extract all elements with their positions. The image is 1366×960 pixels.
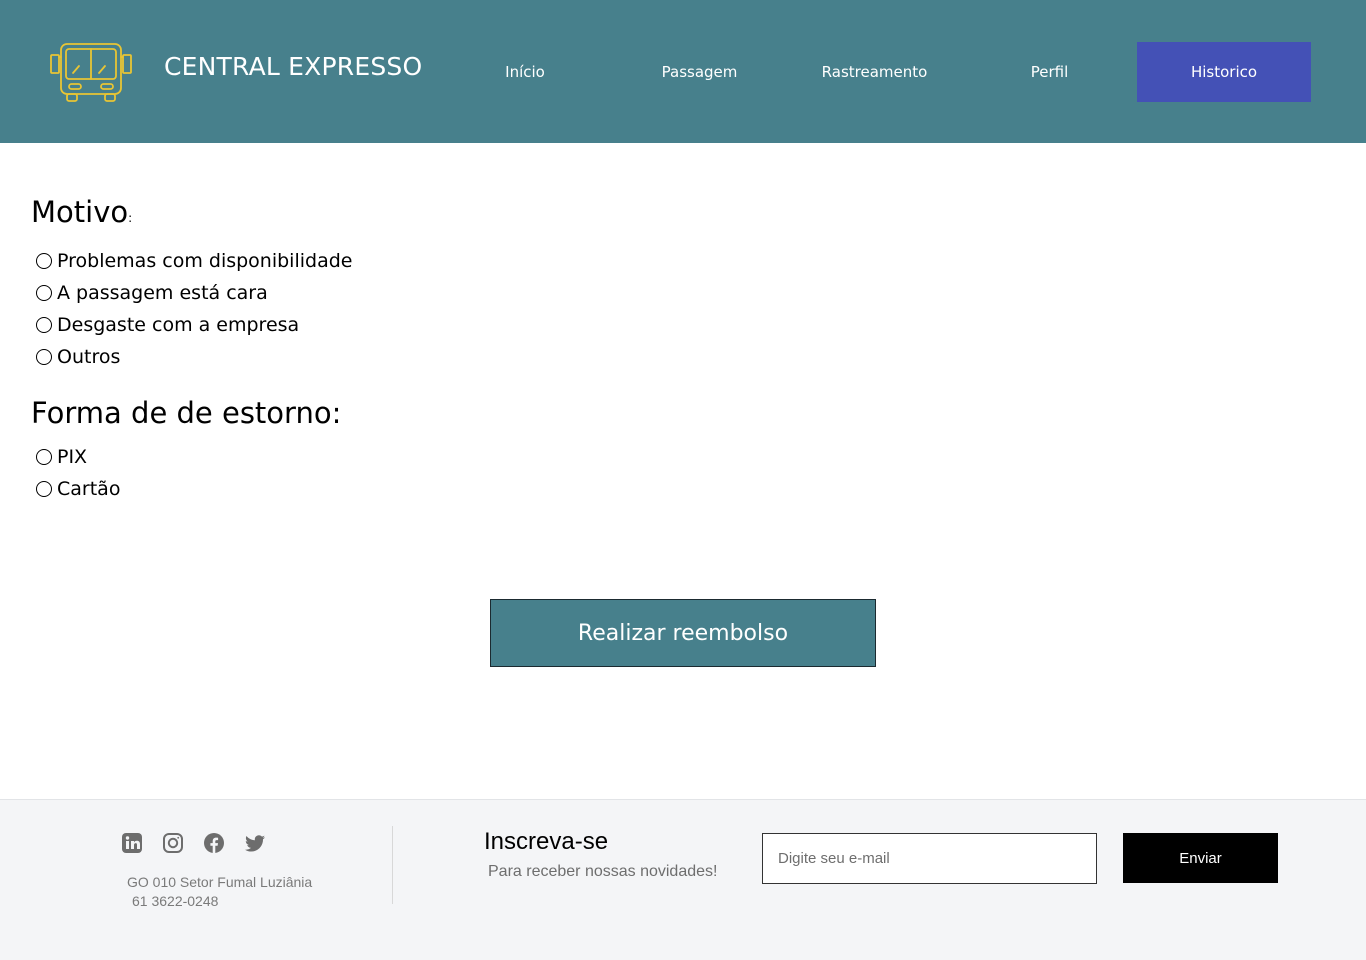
option-label: Desgaste com a empresa <box>57 314 300 336</box>
brand-name: CENTRAL EXPRESSO <box>164 52 423 81</box>
nav-perfil[interactable]: Perfil <box>962 42 1137 102</box>
site-header: CENTRAL EXPRESSO Início Passagem Rastrea… <box>0 0 1366 143</box>
instagram-icon[interactable] <box>162 832 184 854</box>
email-input[interactable] <box>762 833 1097 884</box>
realizar-reembolso-button[interactable]: Realizar reembolso <box>490 599 876 667</box>
option-label: Outros <box>57 346 121 368</box>
motivo-title-colon: : <box>128 211 133 225</box>
option-label: PIX <box>57 446 88 468</box>
twitter-icon[interactable] <box>244 832 266 854</box>
nav-rastreamento[interactable]: Rastreamento <box>787 42 962 102</box>
motivo-title: Motivo: <box>31 195 132 229</box>
radio-button[interactable] <box>36 449 52 465</box>
motivo-option-cara[interactable]: A passagem está cara <box>36 281 268 305</box>
estorno-option-pix[interactable]: PIX <box>36 445 87 469</box>
footer-divider <box>392 826 393 904</box>
motivo-option-desgaste[interactable]: Desgaste com a empresa <box>36 313 299 337</box>
radio-button[interactable] <box>36 253 52 269</box>
radio-button[interactable] <box>36 349 52 365</box>
radio-button[interactable] <box>36 285 52 301</box>
footer-phone: 61 3622-0248 <box>132 893 219 909</box>
facebook-icon[interactable] <box>203 832 225 854</box>
radio-button[interactable] <box>36 481 52 497</box>
motivo-option-outros[interactable]: Outros <box>36 345 120 369</box>
linkedin-icon[interactable] <box>121 832 143 854</box>
footer-contact: GO 010 Setor Fumal Luziânia 61 3622-0248 <box>127 873 312 911</box>
enviar-button[interactable]: Enviar <box>1123 833 1278 883</box>
footer-address: GO 010 Setor Fumal Luziânia <box>127 874 313 890</box>
nav-inicio[interactable]: Início <box>438 42 612 102</box>
subscribe-text: Para receber nossas novidades! <box>488 863 718 880</box>
nav-passagem[interactable]: Passagem <box>612 42 787 102</box>
nav-historico[interactable]: Historico <box>1137 42 1311 102</box>
option-label: A passagem está cara <box>57 282 268 304</box>
estorno-title: Forma de de estorno: <box>31 396 342 430</box>
estorno-option-cartao[interactable]: Cartão <box>36 477 120 501</box>
option-label: Cartão <box>57 478 121 500</box>
motivo-option-disponibilidade[interactable]: Problemas com disponibilidade <box>36 249 352 273</box>
subscribe-title: Inscreva-se <box>484 828 609 855</box>
bus-icon[interactable] <box>49 42 133 103</box>
option-label: Problemas com disponibilidade <box>57 250 353 272</box>
motivo-title-text: Motivo <box>31 195 129 229</box>
radio-button[interactable] <box>36 317 52 333</box>
